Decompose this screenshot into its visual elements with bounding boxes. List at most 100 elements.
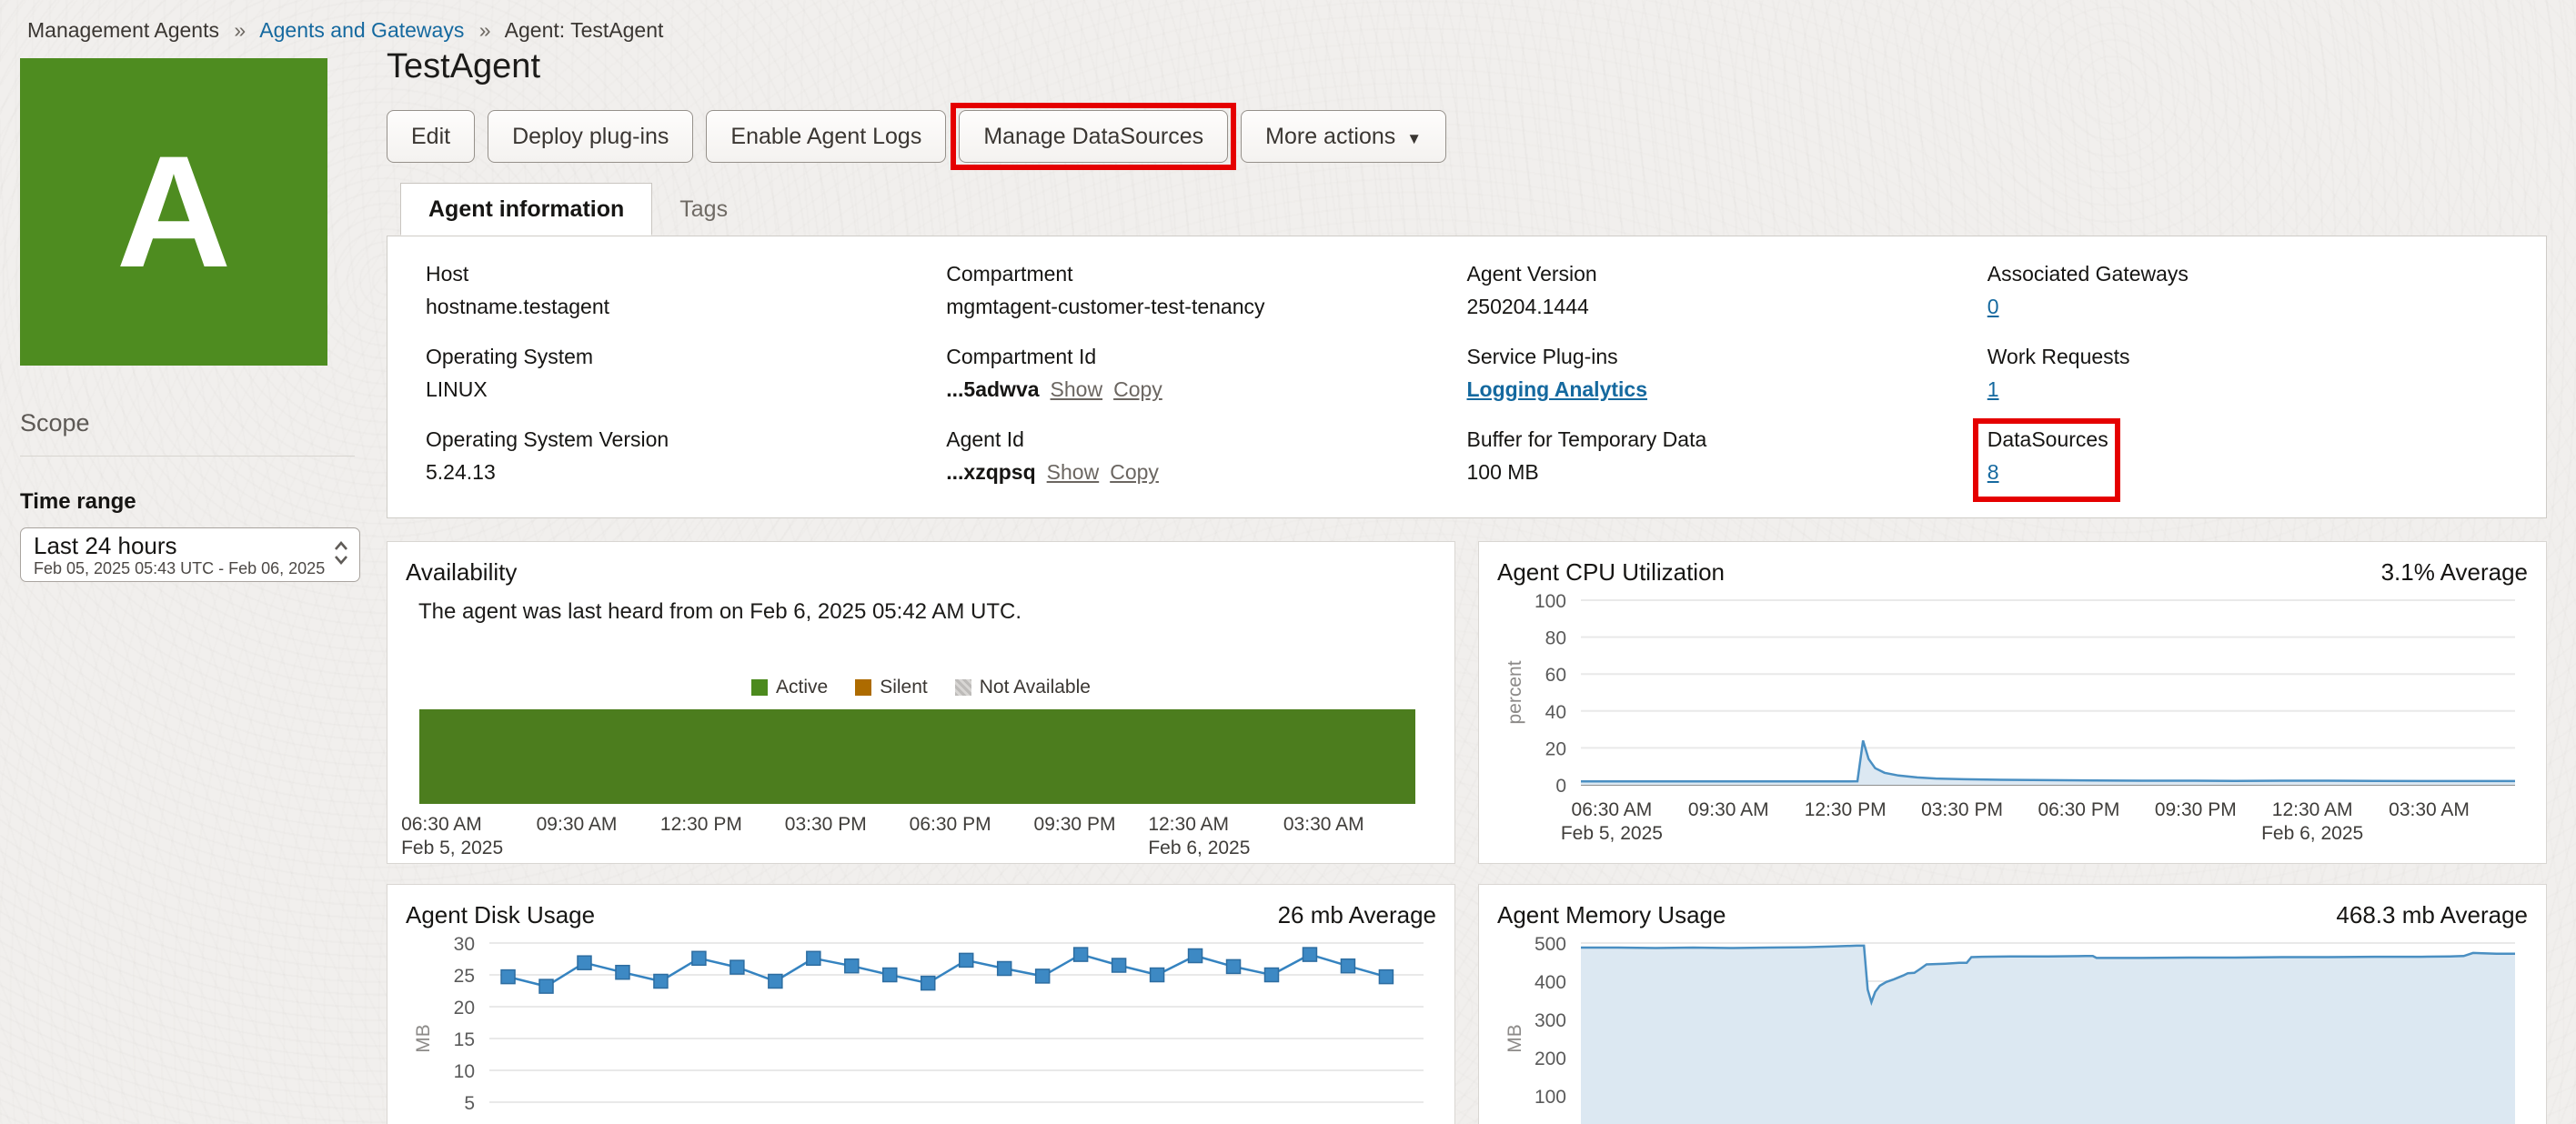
svg-text:30: 30 (454, 934, 475, 955)
svg-text:100: 100 (1535, 1087, 1566, 1108)
work-requests-link[interactable]: 1 (1987, 377, 1999, 401)
field-compartment: Compartment mgmtagent-customer-test-tena… (946, 262, 1265, 318)
agent-avatar: A (20, 58, 327, 366)
agent-avatar-letter: A (116, 123, 232, 301)
enable-agent-logs-button[interactable]: Enable Agent Logs (706, 110, 947, 163)
agent-information-panel: Host hostname.testagent Compartment mgmt… (387, 236, 2547, 518)
disk-average-label: 26 mb Average (1277, 901, 1436, 928)
svg-text:80: 80 (1545, 628, 1566, 649)
deploy-plugins-button[interactable]: Deploy plug-ins (488, 110, 694, 163)
x-axis-tick-label: 12:30 PM (659, 814, 742, 835)
main-content: TestAgent Edit Deploy plug-ins Enable Ag… (387, 47, 2550, 1124)
legend-item-not-available[interactable]: Not Available (954, 677, 1091, 698)
field-operating-system-version: Operating System Version 5.24.13 (426, 427, 669, 484)
agent-id-copy-link[interactable]: Copy (1110, 460, 1159, 484)
disk-chart[interactable]: 051015202530MB06:30 AMFeb 5, 202509:30 A… (406, 930, 1436, 1124)
svg-text:06:30 AM: 06:30 AM (1572, 799, 1653, 820)
x-axis-tick-label: 09:30 PM (1033, 814, 1116, 835)
svg-text:03:30 AM: 03:30 AM (2389, 799, 2470, 820)
memory-chart-card: Agent Memory Usage 468.3 mb Average 0100… (1478, 884, 2547, 1124)
breadcrumb-link-agents-and-gateways[interactable]: Agents and Gateways (259, 18, 464, 42)
x-axis-tick-label: 06:30 AM Feb 5, 2025 (401, 814, 504, 858)
tab-tags[interactable]: Tags (652, 183, 755, 236)
svg-text:5: 5 (464, 1093, 475, 1114)
logging-analytics-link[interactable]: Logging Analytics (1467, 377, 1648, 401)
charts-grid: Availability The agent was last heard fr… (387, 541, 2550, 1124)
field-service-plugins: Service Plug-ins Logging Analytics (1466, 345, 1648, 401)
field-compartment-id: Compartment Id ...5adwva Show Copy (946, 345, 1162, 401)
tab-agent-information[interactable]: Agent information (400, 183, 653, 236)
availability-active-bar (419, 709, 1415, 804)
page-title: TestAgent (387, 47, 540, 85)
svg-text:Feb 6, 2025: Feb 6, 2025 (2261, 823, 2363, 844)
x-axis-tick-label: 12:30 AM Feb 6, 2025 (1148, 814, 1251, 858)
svg-text:12:30 AM: 12:30 AM (2272, 799, 2353, 820)
compartment-id-copy-link[interactable]: Copy (1113, 377, 1162, 401)
availability-last-heard-text: The agent was last heard from on Feb 6, … (418, 599, 1022, 624)
cpu-average-label: 3.1% Average (2380, 558, 2528, 586)
legend-swatch (855, 679, 872, 696)
cpu-chart[interactable]: 0 20 40 60 80 100 percent 06:30 AM Feb 5, 2025 09… (1497, 587, 2528, 851)
compartment-id-show-link[interactable]: Show (1051, 377, 1103, 401)
svg-text:percent: percent (1504, 660, 1525, 724)
memory-average-label: 468.3 mb Average (2336, 901, 2528, 928)
x-axis-tick-label: 06:30 PM (909, 814, 991, 835)
svg-text:10: 10 (454, 1061, 475, 1082)
svg-text:15: 15 (454, 1029, 475, 1050)
time-range-select[interactable]: Last 24 hours Feb 05, 2025 05:43 UTC - F… (20, 527, 360, 582)
svg-text:40: 40 (1545, 702, 1566, 723)
more-actions-button[interactable]: More actions ▼ (1241, 110, 1447, 163)
action-toolbar: Edit Deploy plug-ins Enable Agent Logs M… (387, 103, 2550, 170)
svg-text:60: 60 (1545, 665, 1566, 686)
svg-text:20: 20 (1545, 738, 1566, 759)
tab-bar: Agent information Tags (400, 183, 2550, 236)
time-range-label: Time range (20, 489, 136, 514)
field-agent-id: Agent Id ...xzqpsq Show Copy (946, 427, 1159, 484)
svg-text:300: 300 (1535, 1010, 1566, 1031)
legend-item-silent[interactable]: Silent (855, 677, 928, 698)
availability-bar-chart[interactable]: 06:30 AM Feb 5, 2025 09:30 AM 12:30 PM 03:30… (401, 709, 1415, 866)
cpu-chart-title: Agent CPU Utilization (1497, 558, 1725, 586)
breadcrumb: Management Agents » Agents and Gateways … (27, 18, 663, 43)
svg-text:400: 400 (1535, 972, 1566, 993)
availability-legend: Active Silent Not Available (406, 677, 1436, 698)
svg-text:09:30 PM: 09:30 PM (2155, 799, 2237, 820)
caret-down-icon: ▼ (1406, 129, 1423, 147)
field-associated-gateways: Associated Gateways 0 (1987, 262, 2189, 318)
scope-heading: Scope (20, 409, 90, 437)
field-work-requests: Work Requests 1 (1987, 345, 2130, 401)
x-axis-tick-label: 03:30 PM (784, 814, 867, 835)
manage-datasources-button[interactable]: Manage DataSources (959, 110, 1229, 163)
breadcrumb-separator: » (478, 18, 491, 42)
field-agent-version: Agent Version 250204.1444 (1466, 262, 1597, 318)
disk-chart-title: Agent Disk Usage (406, 901, 596, 928)
availability-card: Availability The agent was last heard fr… (387, 541, 1455, 864)
field-host: Host hostname.testagent (426, 262, 610, 318)
svg-text:0: 0 (1555, 776, 1566, 797)
memory-chart-title: Agent Memory Usage (1497, 901, 1726, 928)
x-axis-tick-label: 09:30 AM (536, 814, 618, 835)
datasources-count-link[interactable]: 8 (1987, 460, 1999, 484)
svg-text:20: 20 (454, 998, 475, 1019)
select-spinner-icon (332, 537, 350, 573)
breadcrumb-item-management-agents: Management Agents (27, 18, 219, 42)
svg-text:03:30 PM: 03:30 PM (1921, 799, 2003, 820)
availability-x-axis: 06:30 AM Feb 5, 2025 09:30 AM 12:30 PM 03:30… (401, 813, 1415, 866)
memory-chart[interactable]: 0100200300400500MB06:30 AMFeb 5, 202509:… (1497, 930, 2528, 1124)
sidebar-divider (20, 456, 355, 457)
field-datasources: DataSources 8 (1972, 418, 2508, 502)
agent-id-show-link[interactable]: Show (1047, 460, 1100, 484)
svg-text:09:30 AM: 09:30 AM (1688, 799, 1769, 820)
field-buffer-temporary-data: Buffer for Temporary Data 100 MB (1466, 427, 1707, 484)
svg-text:25: 25 (454, 966, 475, 987)
svg-text:12:30 PM: 12:30 PM (1805, 799, 1887, 820)
left-sidebar: A Scope Time range Last 24 hours Feb 05,… (20, 58, 367, 582)
associated-gateways-link[interactable]: 0 (1987, 295, 1999, 318)
svg-text:MB: MB (413, 1024, 434, 1053)
legend-item-active[interactable]: Active (751, 677, 828, 698)
breadcrumb-separator: » (234, 18, 247, 42)
breadcrumb-item-current-agent: Agent: TestAgent (504, 18, 664, 42)
edit-button[interactable]: Edit (387, 110, 476, 163)
cpu-chart-card: Agent CPU Utilization 3.1% Average 0 20 40… (1478, 541, 2547, 864)
svg-text:500: 500 (1535, 934, 1566, 955)
